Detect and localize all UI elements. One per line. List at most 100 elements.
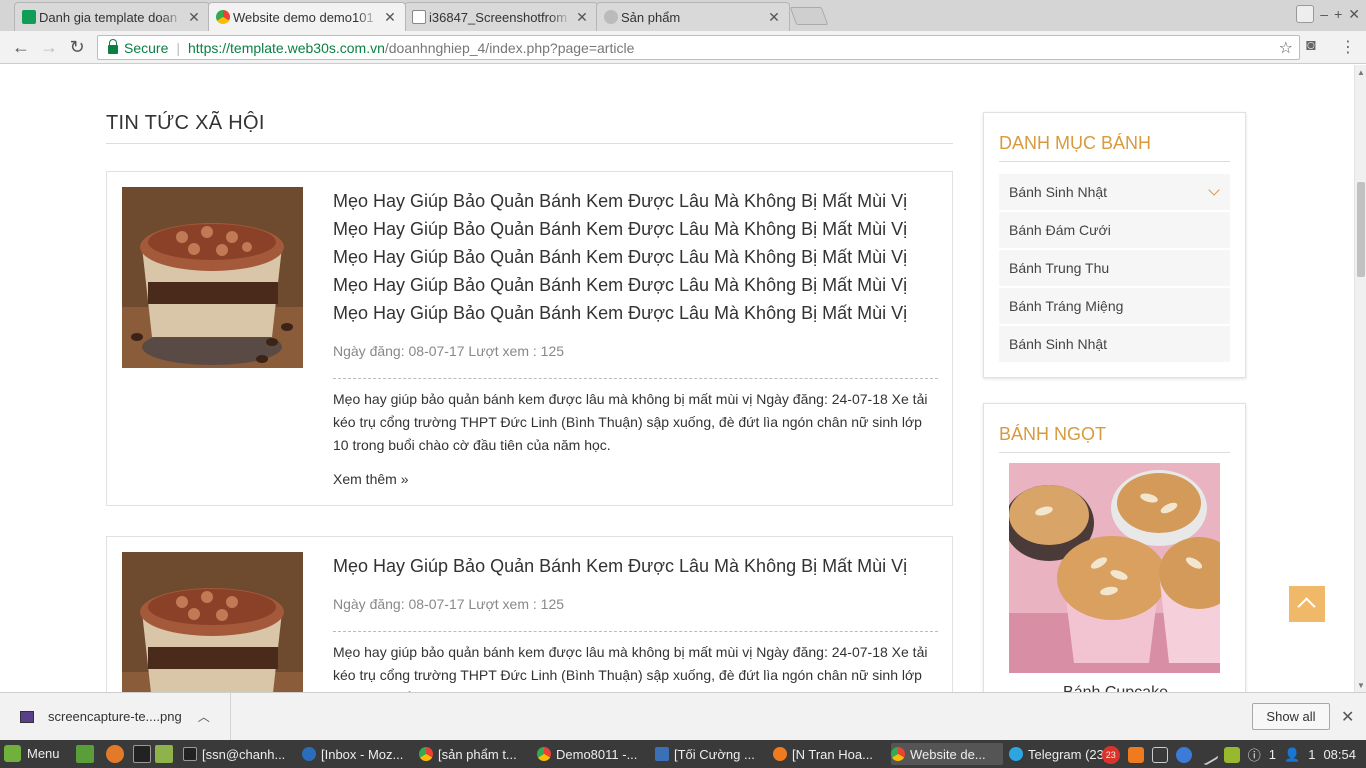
chrome-icon [891, 747, 905, 761]
folder-icon[interactable] [155, 745, 173, 763]
scroll-down-icon[interactable]: ▼ [1357, 681, 1365, 690]
tab-close-icon[interactable]: ✕ [575, 9, 589, 26]
window-label: [Inbox - Moz... [321, 746, 404, 762]
chat-icon[interactable] [1175, 746, 1192, 763]
article-card: Mẹo Hay Giúp Bảo Quản Bánh Kem Được Lâu … [106, 536, 953, 692]
show-all-button[interactable]: Show all [1252, 703, 1330, 730]
forward-icon[interactable]: → [39, 37, 59, 57]
more-menu-icon[interactable]: ⋮ [1340, 37, 1356, 57]
article-excerpt: Mẹo hay giúp bảo quản bánh kem được lâu … [333, 391, 928, 453]
category-label: Bánh Sinh Nhật [1009, 184, 1108, 200]
taskbar-window[interactable]: [N Tran Hoa... [773, 743, 885, 765]
tab-title: Sản phẩm [621, 9, 681, 25]
start-menu-button[interactable]: Menu [4, 745, 60, 762]
user-icon[interactable]: 👤 [1284, 747, 1300, 763]
back-to-top-button[interactable] [1289, 586, 1325, 622]
thunderbird-icon [302, 747, 316, 761]
category-item[interactable]: Bánh Tráng Miệng [999, 288, 1230, 324]
category-widget: DANH MỤC BÁNH Bánh Sinh Nhật Bánh Đám Cư… [983, 112, 1246, 378]
category-item[interactable]: Bánh Sinh Nhật [999, 174, 1230, 210]
back-icon[interactable]: ← [11, 37, 31, 57]
taskbar-window[interactable]: [Tối Cường ... [655, 743, 767, 765]
tiramisu-cup-image [122, 187, 303, 368]
new-tab-button[interactable] [789, 7, 829, 25]
scrollbar-thumb[interactable] [1357, 182, 1365, 277]
reload-icon[interactable]: ↻ [67, 37, 87, 57]
taskbar-window[interactable]: Demo8011 -... [537, 743, 647, 765]
article-title-link[interactable]: Mẹo Hay Giúp Bảo Quản Bánh Kem Được Lâu … [333, 187, 938, 327]
product-image[interactable] [1009, 463, 1220, 673]
window-label: [Tối Cường ... [674, 746, 755, 762]
minimize-icon[interactable]: – [1320, 6, 1328, 22]
tab-screenshot[interactable]: i36847_Screenshotfrom ✕ [404, 2, 598, 31]
tab-close-icon[interactable]: ✕ [383, 9, 397, 26]
info-icon[interactable]: ⓘ [1248, 745, 1261, 764]
clock[interactable]: 08:54 [1323, 747, 1356, 762]
download-filename: screencapture-te....png [48, 709, 182, 724]
taskbar-window-active[interactable]: Website de... [891, 743, 1003, 765]
article-excerpt: Mẹo hay giúp bảo quản bánh kem được lâu … [333, 644, 928, 692]
tab-close-icon[interactable]: ✕ [767, 9, 781, 26]
taskbar-window[interactable]: [sản phẩm t... [419, 743, 531, 765]
close-window-icon[interactable]: ✕ [1348, 6, 1360, 23]
terminal-icon[interactable] [133, 745, 151, 763]
widget-divider [999, 452, 1230, 453]
separator: | [176, 39, 180, 56]
taskbar-window[interactable]: [Inbox - Moz... [302, 743, 412, 765]
flame-tray-icon[interactable] [1127, 746, 1144, 763]
pen-icon[interactable] [1196, 743, 1219, 766]
address-bar[interactable]: Secure | https://template.web30s.com.vn /… [97, 35, 1300, 60]
desktop-icon[interactable] [76, 745, 94, 763]
profile-icon[interactable] [1296, 5, 1315, 23]
article-thumbnail[interactable] [122, 187, 303, 368]
lock-icon [108, 39, 118, 54]
chrome-icon [419, 747, 433, 761]
page-scrollbar[interactable]: ▲ ▼ [1354, 65, 1366, 692]
chevron-down-icon[interactable] [1208, 184, 1220, 196]
section-title: TIN TỨC XÃ HỘI [106, 112, 265, 134]
window-label: Website de... [910, 746, 986, 762]
url-host: https://template.web30s.com.vn [188, 39, 385, 56]
close-shelf-icon[interactable]: ✕ [1341, 707, 1354, 727]
window-label: Demo8011 -... [556, 746, 638, 762]
tab-san-pham[interactable]: Sản phẩm ✕ [596, 2, 790, 31]
download-shelf: screencapture-te....png ︿ Show all ✕ [0, 692, 1366, 740]
tab-website-demo[interactable]: Website demo demo101 ✕ [208, 2, 406, 31]
tiramisu-cup-image [122, 552, 303, 692]
scroll-up-icon[interactable]: ▲ [1357, 68, 1365, 77]
tab-close-icon[interactable]: ✕ [187, 9, 201, 26]
image-file-icon [20, 710, 34, 723]
tab-strip: Danh gia template doan ✕ Website demo de… [0, 0, 1366, 31]
download-item[interactable]: screencapture-te....png ︿ [0, 693, 231, 740]
read-more-link[interactable]: Xem thêm » [333, 471, 408, 487]
firefox-icon[interactable] [106, 745, 124, 763]
page-viewport: TIN TỨC XÃ HỘI Mẹo Hay Giúp Bảo Quản Bán… [0, 65, 1354, 692]
sweets-widget: BÁNH NGỌT [983, 403, 1246, 692]
taskbar-window[interactable]: [ssn@chanh... [183, 743, 295, 765]
category-item[interactable]: Bánh Trung Thu [999, 250, 1230, 286]
window-label: [N Tran Hoa... [792, 746, 873, 762]
update-icon[interactable] [1223, 746, 1240, 763]
widget-divider [999, 161, 1230, 162]
window-controls: – + ✕ [1296, 5, 1360, 23]
category-item[interactable]: Bánh Sinh Nhật [999, 326, 1230, 362]
product-name[interactable]: Bánh Cupcake [984, 684, 1247, 692]
bookmark-star-icon[interactable]: ☆ [1279, 38, 1293, 58]
keyboard-icon[interactable] [1151, 746, 1168, 763]
category-label: Bánh Trung Thu [1009, 260, 1110, 276]
tab-title: Danh gia template doan [39, 9, 178, 25]
category-item[interactable]: Bánh Đám Cưới [999, 212, 1230, 248]
app-icon [655, 747, 669, 761]
tab-title: Website demo demo101 [233, 9, 374, 25]
camera-icon[interactable]: ◙ [1306, 37, 1316, 55]
notification-badge[interactable]: 23 [1101, 745, 1120, 764]
article-title-link[interactable]: Mẹo Hay Giúp Bảo Quản Bánh Kem Được Lâu … [333, 552, 938, 580]
maximize-icon[interactable]: + [1334, 6, 1342, 22]
tab-danh-gia[interactable]: Danh gia template doan ✕ [14, 2, 210, 31]
article-thumbnail[interactable] [122, 552, 303, 692]
chevron-up-icon[interactable]: ︿ [198, 708, 210, 725]
widget-title: DANH MỤC BÁNH [999, 133, 1152, 153]
section-divider [106, 143, 953, 144]
dashed-divider [333, 378, 938, 379]
flame-icon [773, 747, 787, 761]
